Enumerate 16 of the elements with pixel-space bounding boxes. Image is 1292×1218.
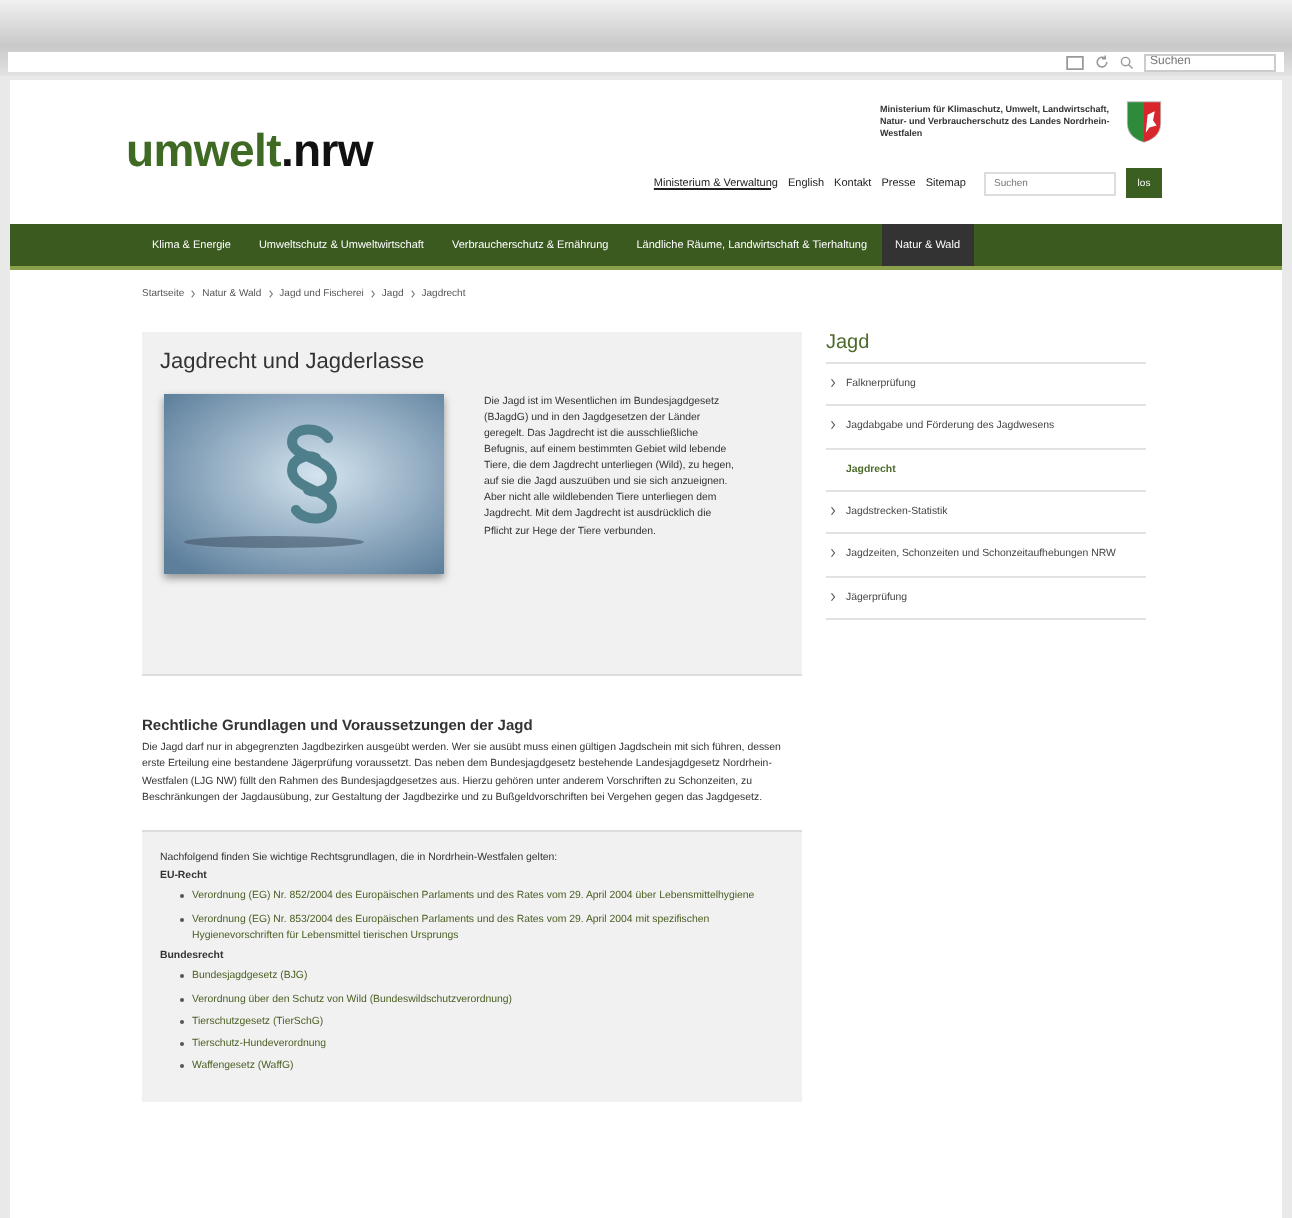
chevron-icon bbox=[830, 505, 836, 516]
search-icon bbox=[1120, 55, 1134, 69]
coat-of-arms-icon bbox=[1126, 100, 1162, 144]
reader-icon[interactable] bbox=[1066, 55, 1084, 69]
site-logo[interactable]: umwelt.nrw bbox=[126, 124, 374, 212]
page-title: Jagdrecht und Jagderlasse bbox=[160, 350, 427, 374]
chevron-icon bbox=[830, 591, 836, 602]
reload-icon[interactable] bbox=[1094, 54, 1110, 70]
chevron-icon bbox=[190, 290, 197, 298]
chevron-icon bbox=[267, 290, 274, 298]
chevron-icon bbox=[830, 420, 836, 431]
chevron-icon bbox=[830, 548, 836, 559]
chevron-icon bbox=[409, 290, 416, 298]
sidebar-title: Jagd bbox=[826, 332, 1146, 364]
chevron-icon bbox=[369, 290, 376, 298]
chevron-icon bbox=[830, 378, 836, 388]
